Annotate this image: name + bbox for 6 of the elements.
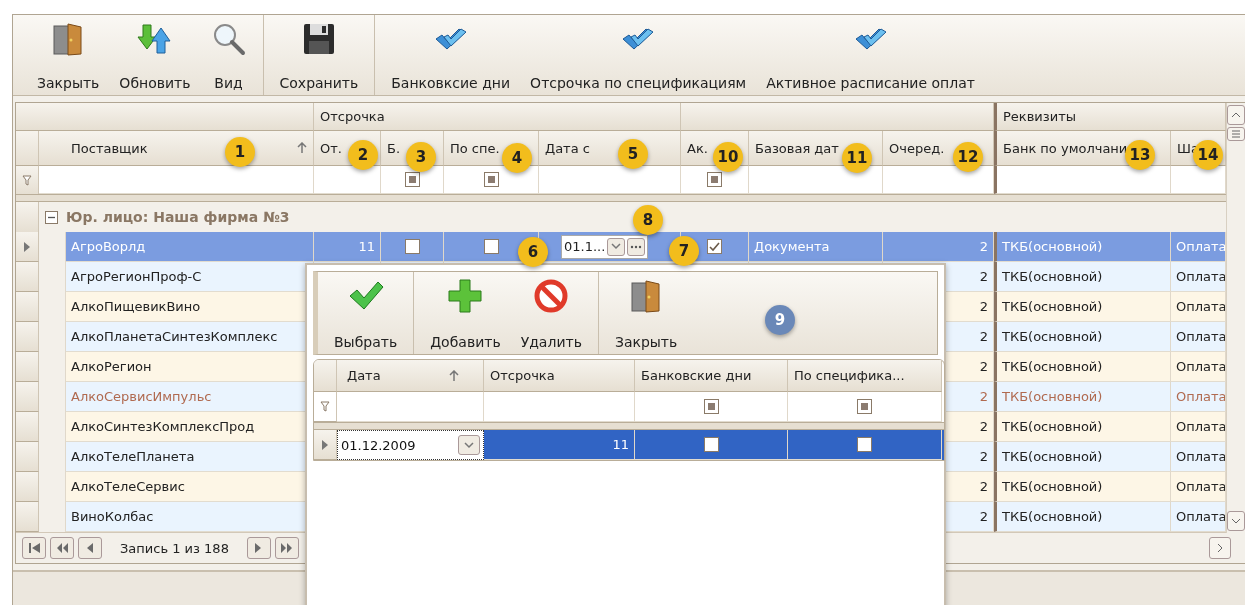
group-label: Юр. лицо: Наша фирма №3	[66, 209, 290, 225]
band-header: Реквизиты	[994, 103, 1226, 131]
record-counter: Запись 1 из 188	[120, 540, 229, 556]
table-cell: ТКБ(основной)	[994, 502, 1171, 532]
table-cell: 11	[484, 430, 635, 460]
band-header: Отсрочка	[314, 103, 681, 131]
